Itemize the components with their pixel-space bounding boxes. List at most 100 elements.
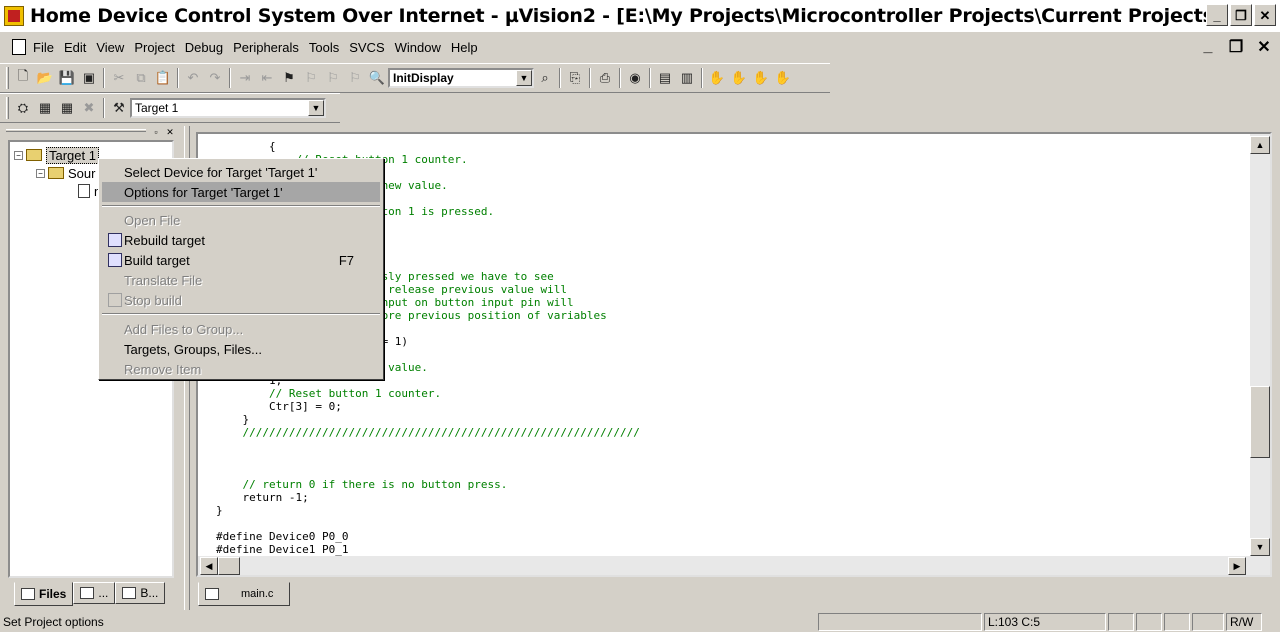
cut-icon[interactable]: ✂ [108,67,130,89]
undo-icon[interactable]: ↶ [182,67,204,89]
menu-file[interactable]: File [28,40,59,55]
doc-close-icon[interactable]: ✕ [1252,36,1276,58]
scroll-thumb[interactable] [1250,386,1270,458]
build-target-icon[interactable]: ▦ [34,97,56,119]
find-in-files-icon[interactable]: 🔍 [366,67,388,89]
pane-drag-bar[interactable] [6,129,146,132]
menu-item-options-for-target[interactable]: Options for Target 'Target 1' [102,182,380,202]
status-cell-empty [818,612,982,631]
cursor-position: L:103 C:5 [984,612,1106,631]
document-menu-icon[interactable] [12,39,26,55]
tab-registers[interactable]: ... [73,582,116,604]
print-icon[interactable]: ⎙ [594,67,616,89]
folder-icon [48,167,64,179]
redo-icon[interactable]: ↷ [204,67,226,89]
menu-item-label: Remove Item [124,361,202,377]
doc-minimize-icon[interactable]: _ [1196,36,1220,58]
incremental-find-icon[interactable]: ⎘ [564,67,586,89]
menu-item-stop-build: Stop build [102,290,380,310]
horizontal-scrollbar[interactable]: ◀ ▶ [198,556,1270,575]
menu-tools[interactable]: Tools [304,40,344,55]
menu-item-targets-groups-files[interactable]: Targets, Groups, Files... [102,339,380,359]
menu-debug[interactable]: Debug [180,40,228,55]
tree-item-label: Sour [68,165,96,181]
stop-build-icon [108,293,122,307]
tab-label: main.c [241,588,274,600]
translate-icon[interactable]: ⛭ [12,97,34,119]
tab-label: B... [140,586,159,600]
project-window-icon[interactable]: ▤ [654,67,676,89]
hand-disabled-icon[interactable]: ✋ [750,67,772,89]
menu-view[interactable]: View [91,40,129,55]
status-cell-scrl [1164,612,1190,631]
target-combo[interactable]: Target 1 ▼ [130,98,326,118]
tab-main-c[interactable]: main.c [198,582,290,606]
menu-svcs[interactable]: SVCS [344,40,389,55]
menu-item-label: Build target [124,252,190,268]
paste-icon[interactable]: 📋 [152,67,174,89]
menu-item-build-target[interactable]: Build target F7 [102,250,380,270]
menu-peripherals[interactable]: Peripherals [228,40,304,55]
status-cell-ovr [1192,612,1224,631]
restore-icon[interactable]: ❐ [1230,4,1252,26]
chevron-down-icon[interactable]: ▼ [308,100,324,116]
indent-icon[interactable]: ⇥ [234,67,256,89]
bookmark-prev-icon[interactable]: ⚐ [322,67,344,89]
menu-edit[interactable]: Edit [59,40,91,55]
pane-minimize-icon[interactable]: ▫ [150,126,162,138]
rebuild-all-icon[interactable]: ▦ [56,97,78,119]
function-combo[interactable]: InitDisplay ▼ [388,68,534,88]
menu-project[interactable]: Project [129,40,179,55]
collapse-icon[interactable]: − [14,150,23,160]
menu-item-select-device[interactable]: Select Device for Target 'Target 1' [102,162,380,182]
scroll-down-icon[interactable]: ▼ [1250,538,1270,556]
scroll-right-icon[interactable]: ▶ [1228,557,1246,575]
bookmark-clear-icon[interactable]: ⚐ [344,67,366,89]
menu-help[interactable]: Help [446,40,483,55]
scroll-left-icon[interactable]: ◀ [200,557,218,575]
unindent-icon[interactable]: ⇤ [256,67,278,89]
file-toolbar: 🗋 📂 💾 ▣ ✂ ⧉ 📋 ↶ ↷ ⇥ ⇤ ⚑ ⚐ ⚐ ⚐ 🔍 InitDisp… [0,63,830,93]
toolbar-grip[interactable] [6,97,9,119]
hand-icon[interactable]: ✋ [706,67,728,89]
close-icon[interactable]: ✕ [1254,4,1276,26]
code-line: } [216,504,223,517]
debug-session-icon[interactable]: ◉ [624,67,646,89]
open-folder-icon[interactable]: 📂 [34,67,56,89]
window-title: Home Device Control System Over Internet… [30,5,1210,27]
toolbar-grip[interactable] [6,67,9,89]
chevron-down-icon[interactable]: ▼ [516,70,532,86]
collapse-icon[interactable]: − [36,168,45,178]
tree-item-source-group[interactable]: − Sour [36,164,95,182]
target-options-icon[interactable]: ⚒ [108,97,130,119]
menu-item-rebuild-target[interactable]: Rebuild target [102,230,380,250]
menu-window[interactable]: Window [390,40,446,55]
uvision-app-icon[interactable] [4,6,24,26]
tree-item-target[interactable]: − Target 1 [14,146,99,164]
vertical-scrollbar[interactable]: ▲ ▼ [1250,134,1270,556]
menu-separator [102,205,380,207]
bookmark-next-icon[interactable]: ⚐ [300,67,322,89]
binoculars-find-icon[interactable]: ⌕ [534,67,556,89]
hscroll-thumb[interactable] [218,557,240,575]
code-line: #define Device0 P0_0 [216,530,349,543]
target-combo-value: Target 1 [135,101,179,115]
save-icon[interactable]: 💾 [56,67,78,89]
menu-item-label: Options for Target 'Target 1' [124,184,283,200]
output-window-icon[interactable]: ▥ [676,67,698,89]
doc-restore-icon[interactable]: ❐ [1224,36,1248,58]
pane-close-icon[interactable]: ✕ [164,126,176,138]
files-tab-icon [21,588,35,600]
hand-debug-icon[interactable]: ✋ [728,67,750,89]
save-all-icon[interactable]: ▣ [78,67,100,89]
scroll-up-icon[interactable]: ▲ [1250,136,1270,154]
tab-files[interactable]: Files [14,582,74,606]
tab-books[interactable]: B... [115,582,166,604]
copy-icon[interactable]: ⧉ [130,67,152,89]
tab-label: Files [39,587,67,601]
minimize-icon[interactable]: _ [1206,4,1228,26]
bookmark-toggle-icon[interactable]: ⚑ [278,67,300,89]
stop-build-icon[interactable]: ✖ [78,97,100,119]
new-file-icon[interactable]: 🗋 [12,67,34,89]
hand-stop-icon[interactable]: ✋ [772,67,794,89]
